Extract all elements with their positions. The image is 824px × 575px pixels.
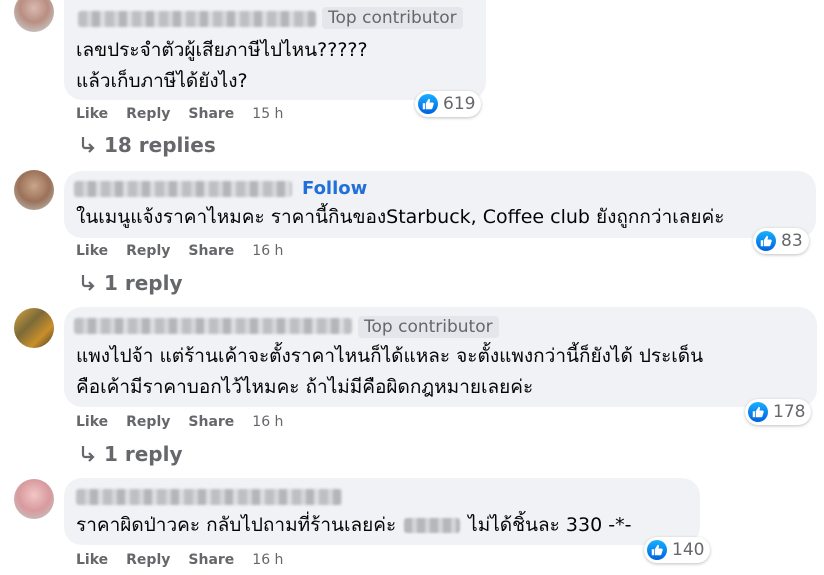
comment-text-part2: ไม่ได้ชิ้นละ 330 -*- [468, 514, 632, 536]
reply-button[interactable]: Reply [126, 106, 170, 122]
like-button[interactable]: Like [76, 414, 108, 430]
avatar[interactable] [14, 0, 54, 32]
replies-count: 18 replies [104, 133, 216, 157]
reply-arrow-icon [81, 275, 95, 291]
avatar[interactable] [14, 479, 54, 519]
comment-actions: Like Reply Share 16 h [76, 243, 301, 259]
share-button[interactable]: Share [188, 106, 234, 122]
author-name-blurred[interactable] [74, 318, 352, 334]
replies-count: 1 reply [104, 442, 183, 466]
reply-button[interactable]: Reply [126, 552, 170, 568]
share-button[interactable]: Share [188, 552, 234, 568]
comment-text-part1: ราคาผิดป่าวคะ กลับไปถามที่ร้านเลยค่ะ [76, 514, 397, 536]
view-replies-link[interactable]: 1 reply [80, 442, 183, 466]
reply-arrow-icon [81, 446, 95, 462]
author-name-blurred[interactable] [76, 489, 342, 505]
reply-button[interactable]: Reply [126, 243, 170, 259]
reaction-summary[interactable]: 140 [644, 537, 711, 563]
author-name-blurred[interactable] [78, 11, 316, 27]
replies-count: 1 reply [104, 271, 183, 295]
reaction-summary[interactable]: 178 [745, 399, 812, 425]
top-contributor-badge: Top contributor [322, 7, 463, 29]
share-button[interactable]: Share [188, 243, 234, 259]
view-replies-link[interactable]: 1 reply [80, 271, 183, 295]
comment-text: ในเมนูแจ้งราคาไหมคะ ราคานี้กินของStarbuc… [76, 206, 725, 228]
like-button[interactable]: Like [76, 106, 108, 122]
follow-button[interactable]: Follow [302, 178, 367, 199]
avatar[interactable] [14, 170, 54, 210]
like-reaction-icon [748, 402, 768, 422]
comment-text: เลขประจำตัวผู้เสียภาษีไปไหน????? [76, 39, 368, 61]
timestamp[interactable]: 15 h [252, 106, 283, 122]
reaction-count: 178 [773, 402, 806, 422]
share-button[interactable]: Share [188, 414, 234, 430]
reaction-count: 619 [443, 94, 476, 114]
reaction-count: 83 [781, 231, 803, 251]
like-button[interactable]: Like [76, 552, 108, 568]
like-reaction-icon [647, 540, 667, 560]
like-reaction-icon [418, 94, 438, 114]
top-contributor-badge: Top contributor [358, 316, 499, 338]
like-reaction-icon [756, 231, 776, 251]
timestamp[interactable]: 16 h [252, 552, 283, 568]
comment-text: แพงไปจ้า แต่ร้านเค้าจะตั้งราคาไหนก็ได้แห… [76, 345, 704, 367]
reply-button[interactable]: Reply [126, 414, 170, 430]
view-replies-link[interactable]: 18 replies [80, 133, 216, 157]
reaction-count: 140 [672, 540, 705, 560]
reaction-summary[interactable]: 83 [753, 228, 809, 254]
timestamp[interactable]: 16 h [252, 243, 283, 259]
comment-actions: Like Reply Share 16 h [76, 414, 301, 430]
comment-text: ราคาผิดป่าวคะ กลับไปถามที่ร้านเลยค่ะ ไม่ไ… [76, 510, 631, 540]
avatar[interactable] [14, 308, 54, 348]
comment-text-line2: แล้วเก็บภาษีได้ยังไง? [76, 70, 248, 92]
blurred-shop-name [404, 518, 461, 533]
comment-actions: Like Reply Share 15 h [76, 106, 301, 122]
comment-actions: Like Reply Share 16 h [76, 552, 301, 568]
like-button[interactable]: Like [76, 243, 108, 259]
reaction-summary[interactable]: 619 [415, 91, 482, 117]
comment-text-line2: คือเค้ามีราคาบอกไว้ไหมคะ ถ้าไม่มีคือผิดก… [76, 376, 534, 398]
author-name-blurred[interactable] [74, 181, 292, 197]
timestamp[interactable]: 16 h [252, 414, 283, 430]
reply-arrow-icon [81, 137, 95, 153]
